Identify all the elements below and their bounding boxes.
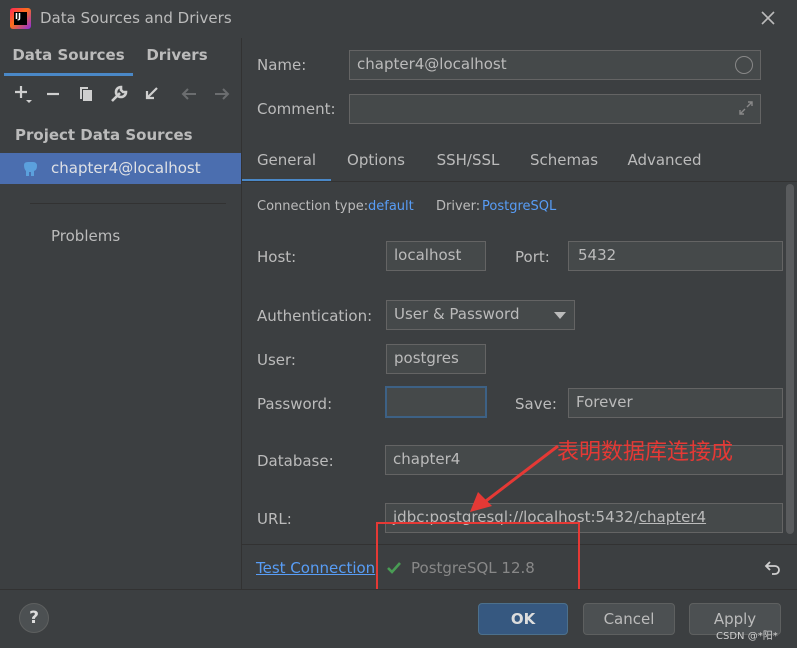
undo-icon[interactable]	[764, 558, 782, 576]
annotation-text: 表明数据库连接成	[557, 440, 734, 465]
name-field[interactable]: chapter4@localhost	[349, 50, 761, 80]
copy-icon[interactable]	[73, 80, 99, 108]
add-icon[interactable]	[10, 80, 36, 108]
annotation-highlight-box	[376, 522, 580, 592]
scrollbar-thumb[interactable]	[786, 184, 794, 534]
expand-icon[interactable]	[737, 99, 755, 117]
tab-drivers[interactable]: Drivers	[133, 38, 221, 76]
password-label: Password:	[257, 395, 333, 413]
tab-data-sources[interactable]: Data Sources	[4, 38, 133, 76]
help-button[interactable]: ?	[19, 603, 49, 633]
import-icon[interactable]	[138, 80, 164, 108]
divider	[30, 203, 226, 204]
connection-type-link[interactable]: default	[368, 199, 414, 214]
save-select[interactable]: Forever	[568, 388, 783, 418]
left-toolbar	[0, 80, 241, 112]
forward-arrow-icon[interactable]	[209, 80, 235, 108]
authentication-label: Authentication:	[257, 307, 373, 325]
test-connection-link[interactable]: Test Connection	[256, 559, 375, 577]
left-tabs: Data Sources Drivers	[0, 38, 241, 76]
host-label: Host:	[257, 248, 297, 266]
authentication-value: User & Password	[394, 305, 520, 323]
tab-advanced[interactable]: Advanced	[613, 142, 716, 182]
comment-label: Comment:	[257, 100, 336, 118]
problems-item[interactable]: Problems	[51, 227, 120, 245]
ok-button[interactable]: OK	[478, 603, 568, 635]
datasource-label: chapter4@localhost	[51, 159, 201, 177]
authentication-select[interactable]: User & Password	[386, 300, 575, 330]
datasource-item-chapter4[interactable]: chapter4@localhost	[0, 153, 241, 184]
driver-link[interactable]: PostgreSQL	[482, 199, 556, 214]
logo-letters: IJ	[14, 12, 27, 25]
color-circle-icon[interactable]	[735, 56, 753, 74]
chevron-down-icon	[554, 312, 566, 319]
watermark: CSDN @*阳*	[716, 631, 778, 642]
tab-options[interactable]: Options	[331, 142, 421, 182]
host-field[interactable]: localhost	[386, 241, 486, 271]
port-field[interactable]: 5432	[568, 241, 783, 271]
name-label: Name:	[257, 56, 307, 74]
postgresql-elephant-icon	[22, 161, 38, 177]
database-label: Database:	[257, 452, 334, 470]
annotation-arrow	[460, 440, 570, 520]
dialog-footer	[0, 589, 797, 648]
port-label: Port:	[515, 248, 550, 266]
section-header: Project Data Sources	[15, 126, 193, 144]
url-label: URL:	[257, 510, 292, 528]
url-database-link[interactable]: chapter4	[639, 508, 706, 526]
user-label: User:	[257, 351, 296, 369]
wrench-icon[interactable]	[106, 80, 132, 108]
connection-type-label: Connection type:	[257, 199, 369, 214]
password-field[interactable]	[385, 386, 487, 418]
intellij-logo-icon: IJ	[10, 8, 31, 29]
save-label: Save:	[515, 395, 557, 413]
tab-general[interactable]: General	[242, 142, 331, 182]
tab-schemas[interactable]: Schemas	[515, 142, 613, 182]
remove-icon[interactable]	[40, 80, 66, 108]
comment-field[interactable]	[349, 94, 761, 124]
window-title: Data Sources and Drivers	[40, 9, 232, 27]
close-icon[interactable]	[758, 8, 778, 28]
tab-ssh-ssl[interactable]: SSH/SSL	[421, 142, 515, 182]
driver-label: Driver:	[436, 199, 481, 214]
user-field[interactable]: postgres	[386, 344, 486, 374]
left-panel	[0, 38, 241, 589]
cancel-button[interactable]: Cancel	[583, 603, 675, 635]
back-arrow-icon[interactable]	[176, 80, 202, 108]
